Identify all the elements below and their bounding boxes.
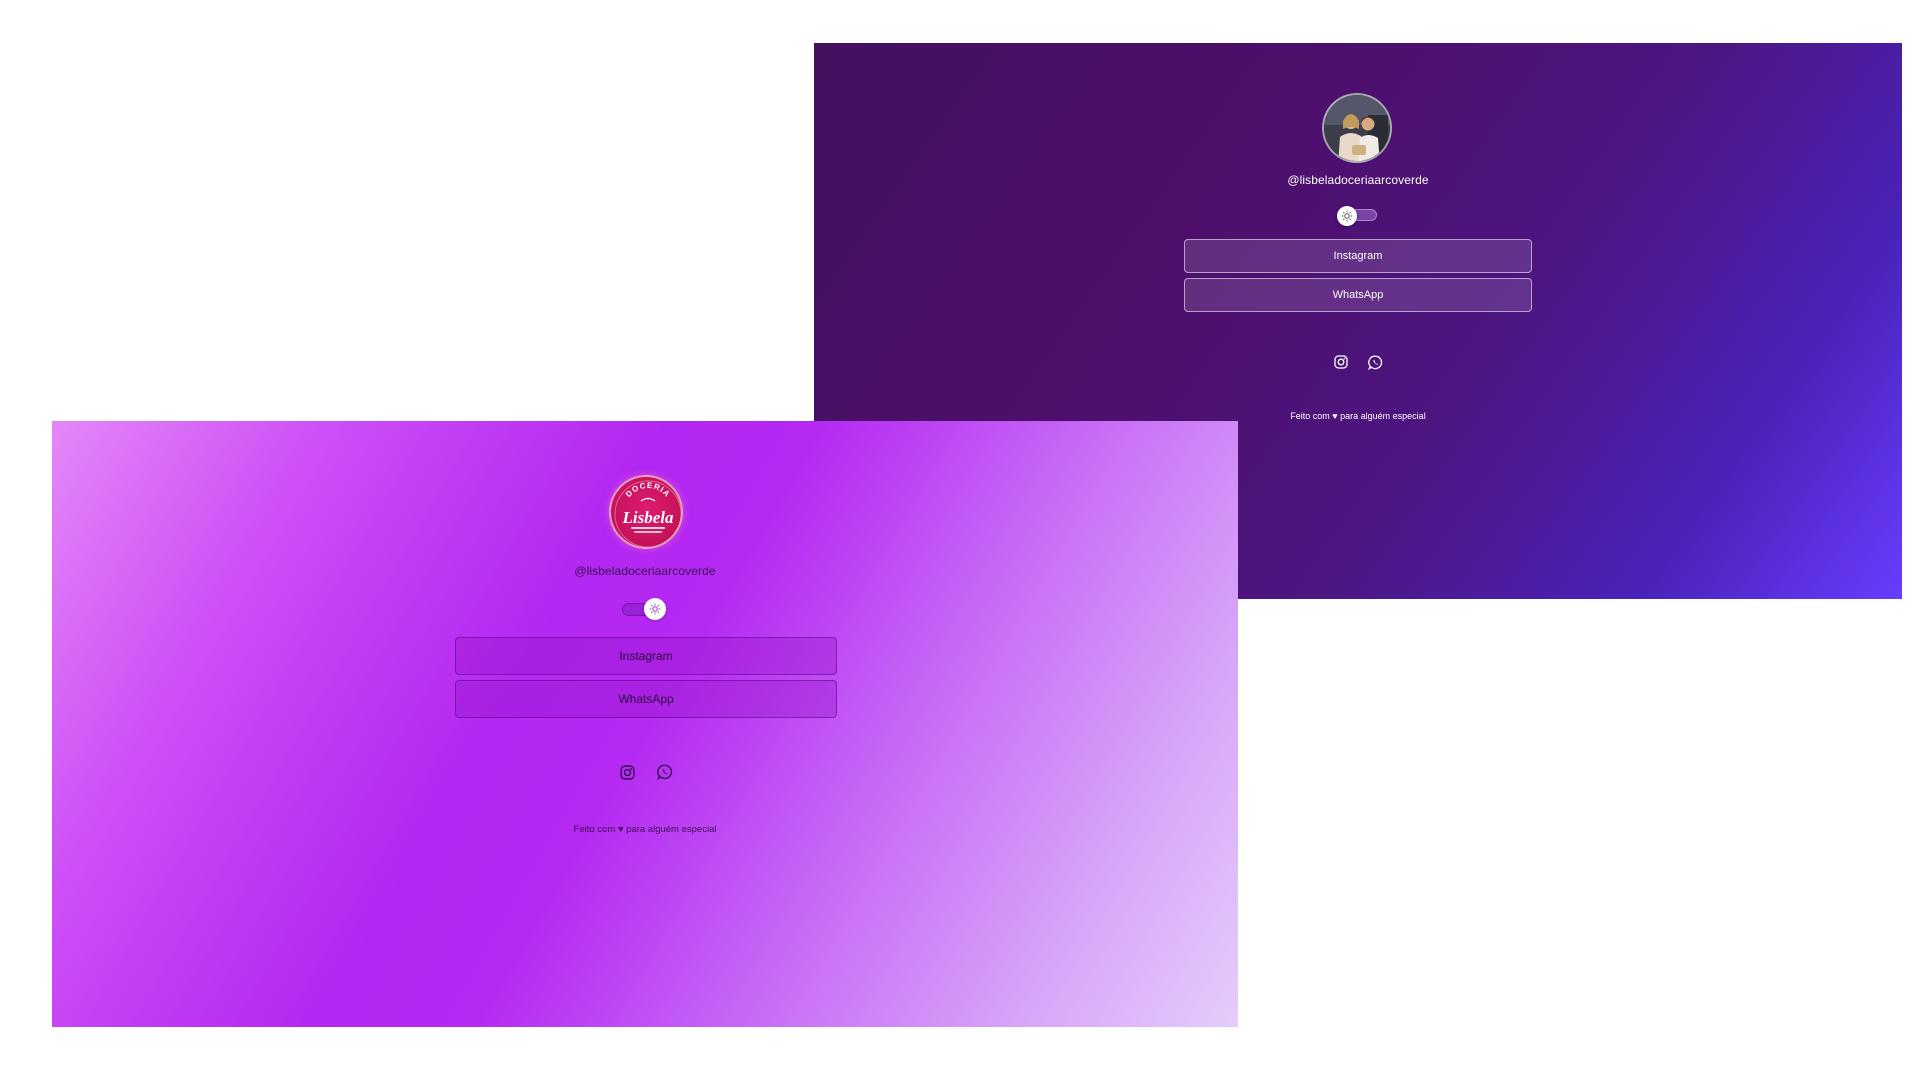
toggle-knob[interactable] [644,598,666,620]
svg-text:DOCERIA: DOCERIA [624,481,672,499]
footer-note: Feito com ♥ para alguém especial [573,824,717,835]
profile-handle: @lisbeladoceriaarcoverde [1287,173,1429,187]
sun-icon [649,603,661,615]
whatsapp-social-link[interactable] [655,762,675,782]
instagram-link-button[interactable]: Instagram [455,637,837,675]
whatsapp-link-button[interactable]: WhatsApp [1184,278,1532,312]
whatsapp-link-button[interactable]: WhatsApp [455,680,837,718]
instagram-social-link[interactable] [1332,353,1350,371]
light-theme-screenshot: DOCERIA Lisbela @lisbeladoceriaarcoverde… [52,421,1238,1027]
toggle-knob[interactable] [1337,206,1357,226]
theme-toggle[interactable] [622,597,670,621]
profile-avatar [1322,93,1392,163]
footer-note: Feito com ♥ para alguém especial [1290,411,1426,421]
logo-arc-text: DOCERIA [624,481,671,499]
theme-toggle[interactable] [1337,206,1379,226]
whatsapp-social-link[interactable] [1366,353,1384,371]
profile-handle: @lisbeladoceriaarcoverde [574,564,716,578]
instagram-icon [619,764,635,780]
instagram-link-button[interactable]: Instagram [1184,239,1532,273]
whatsapp-icon [657,764,673,780]
logo-name-text: Lisbela [622,508,674,527]
profile-avatar: DOCERIA Lisbela [609,475,683,549]
whatsapp-icon [1367,355,1382,370]
sun-icon [1341,210,1353,222]
profile-photo-icon [1324,95,1390,161]
instagram-icon [1334,355,1348,369]
lisbela-logo-icon: DOCERIA Lisbela [614,480,681,547]
instagram-social-link[interactable] [617,762,637,782]
